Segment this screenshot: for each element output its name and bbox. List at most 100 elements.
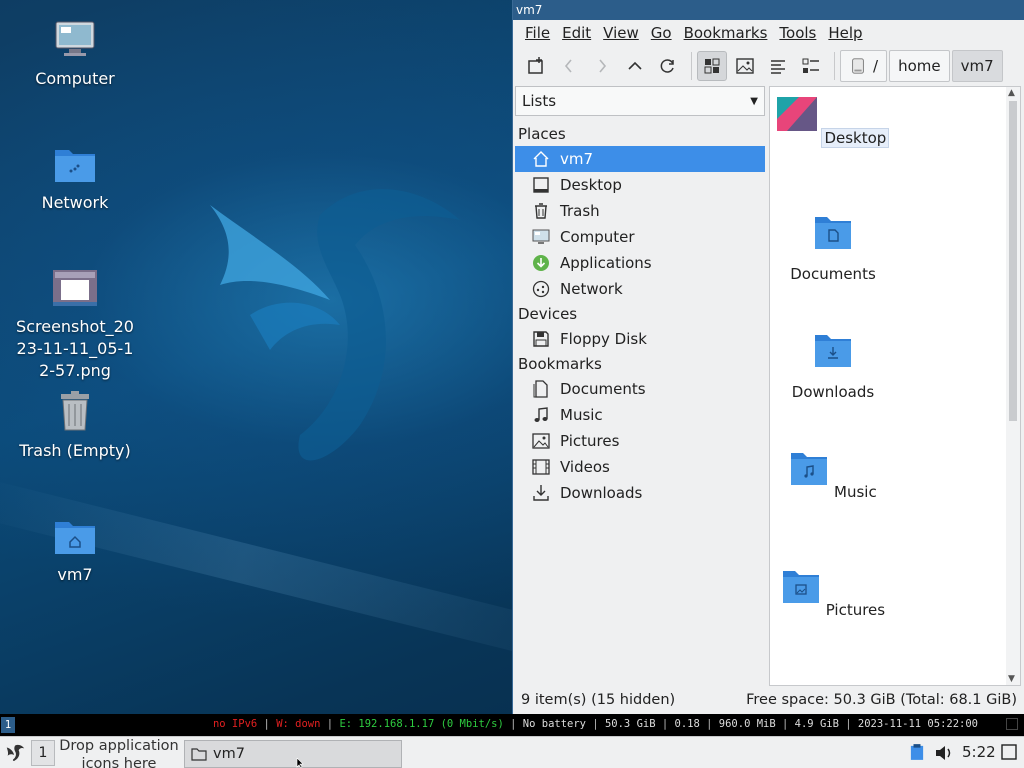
show-desktop-button[interactable] — [1000, 743, 1018, 765]
device-item-floppy[interactable]: Floppy Disk — [515, 326, 765, 352]
side-pane-mode-value: Lists — [522, 92, 557, 110]
desktop-icon-computer[interactable]: Computer — [10, 16, 140, 90]
thumbnail-view-button[interactable] — [730, 51, 760, 81]
icon-view-icon — [704, 58, 720, 74]
desktop-icon — [531, 175, 551, 195]
desktop-icon-label: vm7 — [57, 565, 93, 584]
place-item-applications[interactable]: Applications — [515, 250, 765, 276]
menu-go[interactable]: Go — [645, 24, 678, 42]
cpu-load: 0.18 — [674, 718, 700, 730]
menu-bookmarks[interactable]: Bookmarks — [678, 24, 774, 42]
places-heading: Places — [518, 125, 566, 143]
desktop-icon-network[interactable]: Network — [10, 140, 140, 214]
clock[interactable]: 5:22 — [962, 743, 996, 761]
path-segment-label: home — [898, 57, 941, 75]
volume-icon[interactable] — [934, 743, 954, 767]
place-item-trash[interactable]: Trash — [515, 198, 765, 224]
desktop-folder-icon — [776, 97, 817, 131]
up-button[interactable] — [620, 51, 650, 81]
path-root-button[interactable]: / — [840, 50, 888, 82]
path-segment-home[interactable]: home — [889, 50, 950, 82]
menu-tools[interactable]: Tools — [773, 24, 822, 42]
icon-view-button[interactable] — [697, 51, 727, 81]
menu-file[interactable]: File — [519, 24, 556, 42]
side-pane-mode-select[interactable]: Lists ▼ — [515, 86, 765, 116]
menu-edit[interactable]: Edit — [556, 24, 597, 42]
file-item-downloads[interactable]: Downloads — [770, 331, 896, 401]
place-item-network[interactable]: Network — [515, 276, 765, 302]
desktop-icon-label: Network — [41, 193, 109, 212]
forward-button[interactable] — [587, 51, 617, 81]
battery-status: No battery — [522, 718, 586, 730]
bookmark-item-music[interactable]: Music — [515, 402, 765, 428]
place-item-label: Network — [560, 280, 623, 298]
toolbar-separator — [834, 52, 835, 80]
desktop-icon-trash[interactable]: Trash (Empty) — [10, 388, 140, 462]
ipv6-status: no IPv6 — [212, 718, 258, 730]
detail-view-button[interactable] — [796, 51, 826, 81]
file-item-desktop[interactable]: Desktop — [770, 95, 896, 148]
file-item-pictures[interactable]: Pictures — [770, 567, 896, 619]
toolbar: / home vm7 — [513, 46, 1024, 86]
scroll-up-arrow-icon[interactable]: ▲ — [1008, 88, 1015, 98]
menu-view[interactable]: View — [597, 24, 645, 42]
bookmarks-heading: Bookmarks — [518, 355, 602, 373]
window-titlebar[interactable]: vm7 — [513, 0, 1024, 20]
ethernet-status: E: 192.168.1.17 (0 Mbit/s) — [339, 718, 504, 730]
place-item-desktop[interactable]: Desktop — [515, 172, 765, 198]
bookmark-item-pictures[interactable]: Pictures — [515, 428, 765, 454]
file-item-label: Documents — [790, 265, 876, 283]
new-tab-button[interactable] — [521, 51, 551, 81]
devices-heading: Devices — [518, 305, 578, 323]
start-menu-button[interactable] — [2, 739, 28, 767]
tray-square-icon — [1006, 718, 1018, 730]
clipboard-tray-icon[interactable] — [910, 743, 924, 765]
list-view-icon — [771, 60, 785, 74]
desktop-switcher-button[interactable]: 1 — [31, 740, 55, 766]
file-item-label: Music — [834, 483, 877, 501]
bookmark-item-downloads[interactable]: Downloads — [515, 480, 765, 506]
bookmark-item-label: Pictures — [560, 432, 620, 450]
side-pane: Lists ▼ Places vm7 Desktop Trash Compute… — [515, 86, 765, 686]
workspace-indicator[interactable]: 1 — [1, 717, 15, 733]
network-folder-icon — [55, 150, 95, 182]
bookmark-item-videos[interactable]: Videos — [515, 454, 765, 480]
device-item-label: Floppy Disk — [560, 330, 647, 348]
taskbar-task-vm7[interactable]: vm7 — [184, 740, 402, 768]
place-item-vm7[interactable]: vm7 — [515, 146, 765, 172]
wallpaper-bird-logo — [210, 189, 460, 461]
datetime: 2023-11-11 05:22:00 — [857, 718, 978, 730]
trash-icon — [61, 391, 89, 431]
back-button[interactable] — [554, 51, 584, 81]
desktop-icon-label: Computer — [35, 69, 115, 88]
scroll-down-arrow-icon[interactable]: ▼ — [1008, 674, 1015, 684]
status-bar: 9 item(s) (15 hidden) Free space: 50.3 G… — [513, 688, 1024, 712]
file-item-label: Pictures — [825, 601, 886, 619]
vertical-scrollbar[interactable]: ▲ ▼ — [1006, 87, 1020, 685]
quicklaunch-drop-area[interactable]: Drop application icons here — [58, 737, 180, 768]
applications-icon — [531, 253, 551, 273]
menu-help[interactable]: Help — [822, 24, 868, 42]
file-item-music[interactable]: Music — [770, 449, 896, 501]
desktop-icon-screenshot[interactable]: Screenshot_2023-11-11_05-12-57.png — [10, 264, 140, 382]
trash-icon — [531, 201, 551, 221]
compact-view-button[interactable] — [763, 51, 793, 81]
folder-view[interactable]: Desktop Documents Downloads Music Pictur… — [769, 86, 1021, 686]
bookmark-item-documents[interactable]: Documents — [515, 376, 765, 402]
file-item-label: Desktop — [821, 128, 890, 148]
file-item-documents[interactable]: Documents — [770, 213, 896, 283]
chevron-down-icon: ▼ — [750, 95, 758, 107]
image-view-icon — [736, 58, 754, 74]
document-icon — [531, 379, 551, 399]
path-segment-vm7[interactable]: vm7 — [951, 50, 1003, 82]
reload-button[interactable] — [653, 51, 683, 81]
music-icon — [531, 405, 551, 425]
desktop-icon-home[interactable]: vm7 — [10, 512, 140, 586]
place-item-computer[interactable]: Computer — [515, 224, 765, 250]
new-tab-icon — [528, 57, 543, 74]
memory-used: 960.0 MiB — [718, 718, 776, 730]
item-count-text: 9 item(s) (15 hidden) — [521, 692, 676, 708]
desktop-icon-label: Trash (Empty) — [19, 441, 131, 460]
scrollbar-thumb[interactable] — [1009, 101, 1017, 421]
place-item-label: Applications — [560, 254, 652, 272]
